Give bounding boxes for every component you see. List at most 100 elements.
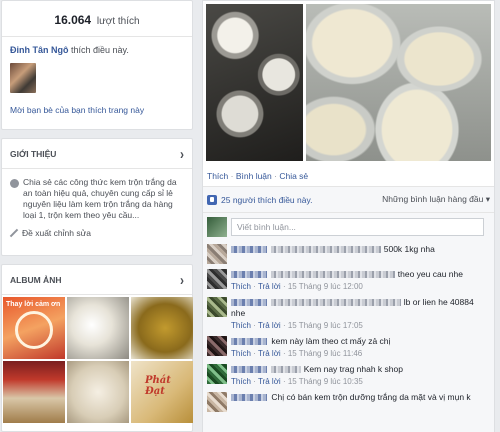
comment-body: Chị có bán kem trộn dưỡng trắng da mặt v… — [231, 392, 490, 412]
comment-item: Chị có bán kem trộn dưỡng trắng da mặt v… — [203, 389, 494, 414]
like-action-link[interactable]: Thích — [207, 171, 228, 181]
comment-meta: Thích · Trả lời · 15 Tháng 9 lúc 17:05 — [231, 321, 363, 330]
liker-name-link[interactable]: Đinh Tân Ngô — [10, 45, 69, 55]
redacted-text — [271, 246, 382, 254]
invite-friends-link[interactable]: Mời bạn bè của bạn thích trang này — [2, 93, 192, 127]
commenter-avatar[interactable] — [207, 336, 227, 356]
comment-body: 500k 1kg nha — [231, 244, 490, 264]
commenter-name[interactable] — [231, 246, 267, 254]
commenter-avatar[interactable] — [207, 244, 227, 264]
comment-input[interactable]: Viết bình luận... — [231, 218, 484, 236]
commenter-name[interactable] — [231, 394, 267, 402]
album-thumb[interactable] — [3, 361, 65, 423]
comment-item: theo yeu cau nhe Thích · Trả lời · 15 Th… — [203, 266, 494, 294]
suggest-edits-link[interactable]: Đề xuất chỉnh sửa — [2, 221, 192, 245]
comment-meta: Thích · Trả lời · 15 Tháng 9 lúc 12:00 — [231, 282, 363, 291]
comment-like-link[interactable]: Thích — [231, 321, 251, 330]
comment-meta: Thích · Trả lời · 15 Tháng 9 lúc 11:46 — [231, 349, 363, 358]
album-header[interactable]: ALBUM ẢNH › — [2, 265, 192, 295]
commenter-avatar[interactable] — [207, 269, 227, 289]
album-thumb[interactable]: Phát Đạt — [131, 361, 193, 423]
comment-text: kem này làm theo ct mấy zả chị — [271, 336, 391, 346]
chevron-down-icon: ▾ — [485, 194, 490, 204]
redacted-text — [271, 271, 396, 279]
album-thumb-decor — [15, 311, 53, 349]
comment-meta: Thích · Trả lời · 15 Tháng 9 lúc 10:35 — [231, 377, 363, 386]
likes-count[interactable]: 16.064 lượt thích — [2, 1, 192, 37]
current-user-avatar — [207, 217, 227, 237]
album-thumb[interactable] — [67, 297, 129, 359]
comment-like-link[interactable]: Thích — [231, 349, 251, 358]
comment-item: lb or lien he 40884 nhe Thích · Trả lời … — [203, 294, 494, 333]
about-title: GIỚI THIỆU — [10, 148, 57, 159]
comment-body: lb or lien he 40884 nhe Thích · Trả lời … — [231, 297, 490, 331]
comment-reply-link[interactable]: Trả lời — [258, 282, 281, 291]
commenter-name[interactable] — [231, 338, 267, 346]
likes-count-label: lượt thích — [96, 16, 140, 27]
comment-time[interactable]: 15 Tháng 9 lúc 12:00 — [288, 282, 363, 291]
post-actions: Thích · Bình luận · Chia sẻ — [203, 161, 494, 187]
suggest-edits-label: Đề xuất chỉnh sửa — [22, 228, 92, 238]
post-card: Thích · Bình luận · Chia sẻ 25 người thí… — [202, 0, 495, 432]
comment-sort-label: Những bình luận hàng đầu — [382, 194, 484, 204]
pencil-icon — [10, 229, 18, 237]
likes-summary-text[interactable]: 25 người thích điều này. — [221, 195, 312, 205]
comment-item: Kem nay trag nhah k shop Thích · Trả lời… — [203, 361, 494, 389]
album-thumb[interactable] — [131, 297, 193, 359]
comment-body: theo yeu cau nhe Thích · Trả lời · 15 Th… — [231, 269, 490, 292]
post-photo[interactable] — [206, 4, 303, 161]
comment-reply-link[interactable]: Trả lời — [258, 377, 281, 386]
liker-avatar[interactable] — [10, 63, 36, 93]
post-likes-summary: 25 người thích điều này. Những bình luận… — [203, 187, 494, 213]
comment-like-link[interactable]: Thích — [231, 282, 251, 291]
comment-like-link[interactable]: Thích — [231, 377, 251, 386]
commenter-name[interactable] — [231, 271, 267, 279]
comment-reply-link[interactable]: Trả lời — [258, 349, 281, 358]
comment-action-link[interactable]: Bình luận — [236, 171, 272, 181]
comment-body: kem này làm theo ct mấy zả chị Thích · T… — [231, 336, 490, 359]
left-column: 16.064 lượt thích Đinh Tân Ngô thích điề… — [0, 0, 195, 432]
commenter-avatar[interactable] — [207, 392, 227, 412]
comment-item: kem này làm theo ct mấy zả chị Thích · T… — [203, 333, 494, 361]
info-icon — [10, 179, 19, 188]
post-photos — [203, 1, 494, 161]
about-header[interactable]: GIỚI THIỆU › — [2, 139, 192, 169]
album-thumb-caption: Phát Đạt — [145, 375, 171, 397]
post-photo[interactable] — [305, 4, 491, 161]
commenter-avatar[interactable] — [207, 364, 227, 384]
about-description: Chia sẻ các công thức kem trộn trắng da … — [2, 169, 192, 221]
album-title: ALBUM ẢNH — [10, 274, 62, 285]
commenter-avatar[interactable] — [207, 297, 227, 317]
comment-list: 500k 1kg nha theo yeu cau nhe Thích · Tr… — [203, 241, 494, 432]
chevron-right-icon[interactable]: › — [180, 271, 184, 288]
commenter-name[interactable] — [231, 366, 267, 374]
about-card: GIỚI THIỆU › Chia sẻ các công thức kem t… — [1, 138, 193, 256]
album-thumb-caption: Thay lời cảm ơn — [6, 301, 61, 308]
likes-summary-left: 25 người thích điều này. — [207, 194, 312, 205]
share-action-link[interactable]: Chia sẻ — [279, 171, 308, 181]
comment-item: 500k 1kg nha — [203, 241, 494, 266]
page-likes-card: 16.064 lượt thích Đinh Tân Ngô thích điề… — [1, 0, 193, 130]
comment-body: Kem nay trag nhah k shop Thích · Trả lời… — [231, 364, 490, 387]
comment-text: 500k 1kg nha — [383, 244, 435, 254]
photo-album-card: ALBUM ẢNH › Thay lời cảm ơn Phát Đạt — [1, 264, 193, 432]
comment-text: Kem nay trag nhah k shop — [303, 364, 403, 374]
comment-text: Chị có bán kem trộn dưỡng trắng da mặt v… — [271, 392, 471, 402]
comment-time[interactable]: 15 Tháng 9 lúc 10:35 — [288, 377, 363, 386]
redacted-text — [271, 299, 402, 307]
comment-time[interactable]: 15 Tháng 9 lúc 17:05 — [288, 321, 363, 330]
comment-time[interactable]: 15 Tháng 9 lúc 11:46 — [288, 349, 362, 358]
comment-text: theo yeu cau nhe — [397, 269, 463, 279]
commenter-name[interactable] — [231, 299, 267, 307]
redacted-text — [271, 366, 302, 374]
liker-text: thích điều này. — [71, 45, 129, 55]
album-thumb[interactable]: Thay lời cảm ơn — [3, 297, 65, 359]
album-thumb[interactable] — [67, 361, 129, 423]
chevron-right-icon[interactable]: › — [180, 145, 184, 162]
comment-reply-link[interactable]: Trả lời — [258, 321, 281, 330]
thumbs-up-icon — [207, 194, 217, 205]
comment-sort-dropdown[interactable]: Những bình luận hàng đầu ▾ — [382, 194, 490, 205]
album-grid: Thay lời cảm ơn Phát Đạt — [2, 295, 193, 425]
write-comment-row: Viết bình luận... — [203, 213, 494, 241]
about-description-text: Chia sẻ các công thức kem trộn trắng da … — [23, 177, 177, 220]
